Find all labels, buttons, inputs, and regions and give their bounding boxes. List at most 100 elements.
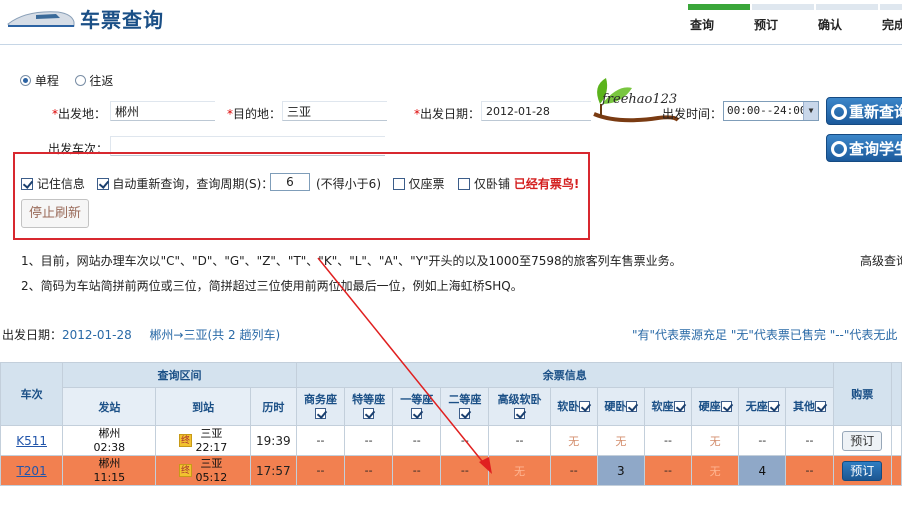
notice-line-2: 2、简码为车站简拼前两位或三位，简拼超过三位使用前两位加最后一位，例如上海虹桥S… — [21, 279, 523, 293]
col-header-arrive: 到站 — [155, 387, 251, 426]
depart-cell: 郴州 11:15 — [62, 455, 157, 486]
auto-requery-checkbox[interactable] — [96, 178, 109, 190]
seat-filter-checkbox[interactable] — [815, 400, 826, 412]
seat-cell: -- — [643, 425, 693, 456]
seat-cell: -- — [440, 455, 490, 486]
train-logo-icon — [7, 11, 75, 27]
sleeper-only-label: 仅卧铺 — [473, 177, 510, 191]
seat-filter-checkbox[interactable] — [767, 400, 779, 412]
book-button[interactable]: 预订 — [842, 430, 883, 451]
chevron-down-icon: ▼ — [803, 102, 818, 120]
seat-cell: -- — [295, 425, 346, 456]
from-input[interactable] — [110, 101, 215, 121]
book-button[interactable]: 预订 — [842, 460, 883, 481]
step-confirm: 确认 — [816, 4, 878, 33]
seat-cell: -- — [392, 425, 442, 456]
seat-cell: -- — [738, 425, 787, 456]
remember-checkbox[interactable] — [21, 178, 33, 190]
date-input[interactable] — [481, 101, 591, 121]
col-header-duration: 历时 — [249, 387, 297, 426]
header-divider — [0, 44, 902, 45]
step-query: 查询 — [688, 4, 750, 33]
seat-filter-checkbox[interactable] — [579, 400, 591, 412]
seat-filter-checkbox[interactable] — [459, 407, 471, 419]
requery-button[interactable]: 重新查询 — [826, 97, 902, 125]
depart-cell: 郴州 02:38 — [62, 425, 157, 456]
seat-filter-checkbox[interactable] — [314, 407, 326, 419]
seat-header: 硬座 — [691, 387, 740, 426]
student-query-button[interactable]: 查询学生 — [826, 134, 902, 162]
options-row-2: (不得小于6) 仅座票 仅卧铺 已经有票鸟! — [316, 175, 579, 192]
progress-steps: 查询 预订 确认 完成 — [688, 4, 902, 33]
train-number-link[interactable]: T201 — [16, 464, 46, 478]
seat-cell: -- — [785, 425, 834, 456]
step-book: 预订 — [752, 4, 814, 33]
seat-cell: -- — [488, 425, 551, 456]
col-header-book: 购票 — [832, 362, 892, 426]
round-trip-radio[interactable] — [74, 75, 86, 86]
options-row: 记住信息 自动重新查询，查询周期(S)： — [21, 175, 273, 192]
step-finish: 完成 — [880, 4, 902, 33]
period-input[interactable]: 6 — [270, 173, 310, 191]
sleeper-only-checkbox[interactable] — [458, 178, 471, 190]
seat-cell: -- — [344, 455, 394, 486]
train-number-link[interactable]: K511 — [16, 434, 47, 448]
time-label: 出发时间： — [662, 107, 723, 121]
search-icon — [831, 104, 847, 120]
seat-cell: 3 — [596, 455, 645, 486]
seat-filter-checkbox[interactable] — [514, 407, 526, 419]
advanced-query-link[interactable]: 高级查询 — [860, 252, 902, 269]
results-summary: 出发日期：2012-01-28 郴州→三亚(共 2 趟列车) — [2, 328, 281, 342]
stop-refresh-button[interactable]: 停止刷新 — [21, 199, 89, 228]
seat-header: 其他 — [785, 387, 834, 426]
seat-filter-checkbox[interactable] — [673, 400, 685, 412]
seat-header: 商务座 — [295, 387, 346, 426]
page-title: 车票查询 — [80, 8, 164, 32]
to-input[interactable] — [282, 101, 387, 121]
remember-label: 记住信息 — [36, 177, 85, 191]
from-label: *出发地： — [52, 107, 107, 121]
seat-cell: 无 — [691, 425, 740, 456]
seat-cell: -- — [344, 425, 394, 456]
seat-header: 一等座 — [392, 387, 442, 426]
one-way-label: 单程 — [34, 74, 59, 88]
seat-cell: -- — [643, 455, 693, 486]
seat-cell: -- — [392, 455, 442, 486]
col-header-section: 查询区间 — [62, 362, 297, 388]
seat-cell: 无 — [691, 455, 740, 486]
seat-cell: 无 — [549, 425, 598, 456]
arrive-cell: 终 三亚 22:17 — [155, 425, 251, 456]
seat-cell: -- — [440, 425, 490, 456]
seat-header: 特等座 — [344, 387, 394, 426]
to-label: *目的地： — [227, 107, 282, 121]
route-label: 郴州→三亚 — [149, 328, 208, 342]
seat-filter-checkbox[interactable] — [720, 400, 732, 412]
duration-cell: 19:39 — [249, 425, 297, 456]
seat-header: 二等座 — [440, 387, 490, 426]
round-trip-label: 往返 — [89, 74, 114, 88]
seat-cell: 4 — [738, 455, 787, 486]
seat-header: 硬卧 — [596, 387, 645, 426]
date-label: *出发日期： — [414, 107, 481, 121]
terminal-badge: 终 — [179, 434, 193, 447]
seat-header: 软卧 — [549, 387, 598, 426]
seat-filter-checkbox[interactable] — [411, 407, 423, 419]
col-header-depart: 发站 — [62, 387, 157, 426]
notice-line-1: 1、目前，网站办理车次以"C"、"D"、"G"、"Z"、"T"、"K"、"L"、… — [21, 254, 682, 268]
results-table: 车次 查询区间 余票信息 购票 发站 到站 历时 商务座 特等座 一等座 二等座… — [0, 362, 902, 486]
duration-cell: 17:57 — [249, 455, 297, 486]
auto-requery-label: 自动重新查询，查询周期(S)： — [112, 177, 274, 191]
time-select[interactable]: 00:00--24:00 ▼ — [723, 101, 819, 121]
seat-filter-checkbox[interactable] — [626, 400, 638, 412]
col-header-train: 车次 — [0, 362, 64, 426]
annotation-box — [13, 152, 590, 240]
one-way-radio[interactable] — [20, 75, 31, 86]
col-header-remaining: 余票信息 — [295, 362, 834, 388]
trip-type-group: 单程 往返 — [20, 72, 113, 89]
seat-only-checkbox[interactable] — [392, 178, 405, 190]
seat-cell: -- — [549, 455, 598, 486]
seat-filter-checkbox[interactable] — [363, 407, 375, 419]
terminal-badge: 终 — [179, 464, 193, 477]
seat-cell: 无 — [488, 455, 551, 486]
seat-only-label: 仅座票 — [408, 177, 445, 191]
